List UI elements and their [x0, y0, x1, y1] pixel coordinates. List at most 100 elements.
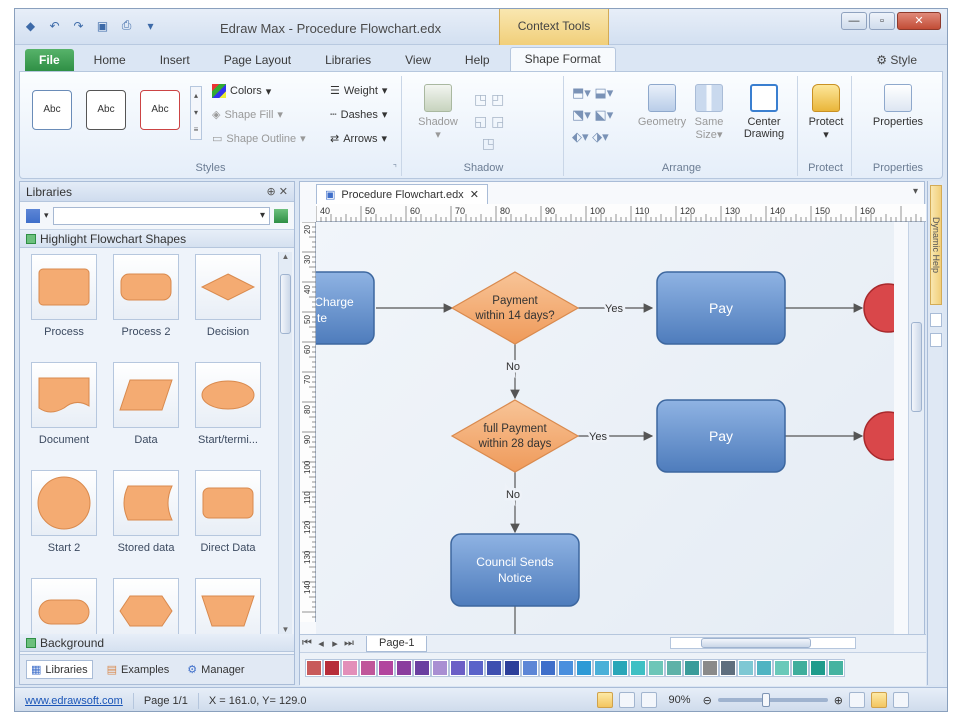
canvas-hscroll-thumb[interactable] — [701, 638, 811, 648]
shape-process-2[interactable]: Process 2 — [106, 254, 186, 358]
process-pay-2[interactable]: Pay — [656, 399, 786, 473]
geometry-button[interactable]: Geometry — [632, 84, 692, 128]
style-sample-1[interactable]: Abc — [32, 90, 72, 130]
zoom-out-icon[interactable]: ⊖ — [703, 694, 712, 707]
style-sample-2[interactable]: Abc — [86, 90, 126, 130]
color-swatch[interactable] — [503, 659, 521, 677]
color-swatch[interactable] — [449, 659, 467, 677]
tab-libraries[interactable]: Libraries — [311, 49, 385, 71]
color-swatch[interactable] — [413, 659, 431, 677]
zoom-slider-thumb[interactable] — [761, 693, 770, 707]
sidebar-copy-icon[interactable] — [930, 333, 942, 347]
tab-page-layout[interactable]: Page Layout — [210, 49, 305, 71]
terminator-next-1[interactable] — [863, 283, 894, 333]
minimize-button[interactable]: — — [841, 12, 867, 30]
app-logo-icon[interactable]: ◆ — [23, 18, 38, 33]
panel-tab-examples[interactable]: ▤ Examples — [103, 661, 174, 678]
document-tab-close-icon[interactable]: ✕ — [470, 186, 479, 204]
weight-button[interactable]: ☰ Weight ▾ — [330, 84, 387, 98]
shape-row4-2[interactable] — [106, 578, 186, 634]
presentation-icon[interactable] — [893, 692, 909, 708]
color-swatch[interactable] — [809, 659, 827, 677]
color-swatch[interactable] — [377, 659, 395, 677]
color-swatch[interactable] — [485, 659, 503, 677]
zoom-slider[interactable] — [717, 693, 828, 707]
dynamic-help-tab[interactable]: Dynamic Help — [930, 185, 942, 305]
shape-row4-1[interactable] — [24, 578, 104, 634]
decision-payment-14-days[interactable]: Payment within 14 days? — [450, 271, 580, 345]
shape-process[interactable]: Process — [24, 254, 104, 358]
shape-decision[interactable]: Decision — [188, 254, 268, 358]
tab-home[interactable]: Home — [80, 49, 140, 71]
scroll-down-icon[interactable]: ▼ — [279, 625, 292, 634]
document-tab-menu-icon[interactable]: ▾ — [913, 186, 918, 197]
shadow-button[interactable]: Shadow ▾ — [408, 84, 468, 141]
color-swatch[interactable] — [719, 659, 737, 677]
shape-start-2[interactable]: Start 2 — [24, 470, 104, 574]
background-category[interactable]: Background — [20, 634, 294, 654]
next-page-icon[interactable]: ▸ — [328, 637, 342, 650]
scroll-up-icon[interactable]: ▲ — [279, 252, 292, 261]
undo-icon[interactable]: ↶ — [47, 18, 62, 33]
shape-outline-button[interactable]: ▭ Shape Outline ▾ — [212, 132, 306, 146]
panel-tab-libraries[interactable]: ▦ Libraries — [26, 660, 93, 679]
normal-view-icon[interactable] — [596, 692, 613, 708]
prev-page-icon[interactable]: ◂ — [314, 637, 328, 650]
color-swatch[interactable] — [305, 659, 323, 677]
last-page-icon[interactable]: ⏭ — [342, 637, 356, 650]
color-swatch[interactable] — [665, 659, 683, 677]
shape-document[interactable]: Document — [24, 362, 104, 466]
library-menu-dropdown-icon[interactable]: ▾ — [44, 210, 49, 221]
panel-pin-close-icons[interactable]: ⊕ ✕ — [267, 182, 289, 202]
canvas-vscroll-thumb[interactable] — [911, 322, 922, 412]
color-swatch[interactable] — [593, 659, 611, 677]
color-swatch[interactable] — [755, 659, 773, 677]
scroll-thumb[interactable] — [280, 274, 291, 334]
library-search-combo[interactable]: ▾ — [52, 206, 270, 225]
properties-button[interactable]: Properties — [868, 84, 928, 128]
shape-row4-3[interactable] — [188, 578, 268, 634]
drawing-canvas[interactable]: Charge te Payment within 14 days? Pay fu… — [316, 222, 894, 634]
color-swatch[interactable] — [827, 659, 845, 677]
sidebar-page-icon[interactable] — [930, 313, 942, 327]
color-swatch[interactable] — [629, 659, 647, 677]
first-page-icon[interactable]: ⏮ — [300, 637, 314, 650]
fit-width-icon[interactable] — [640, 692, 657, 708]
process-council-sends-notice[interactable]: Council Sends Notice — [450, 533, 580, 607]
library-menu-icon[interactable] — [26, 208, 40, 223]
color-swatch[interactable] — [737, 659, 755, 677]
styles-gallery-scroll[interactable]: ▴ ▾ ≡ — [190, 86, 202, 140]
color-swatch[interactable] — [359, 659, 377, 677]
color-swatch[interactable] — [521, 659, 539, 677]
styles-dialog-launcher-icon[interactable]: ⌝ — [393, 163, 397, 174]
zoom-in-icon[interactable]: ⊕ — [834, 694, 843, 707]
website-link[interactable]: www.edrawsoft.com — [15, 692, 134, 709]
tab-view[interactable]: View — [391, 49, 445, 71]
dashes-button[interactable]: ┄ Dashes ▾ — [330, 108, 387, 122]
shape-start-terminator[interactable]: Start/termi... — [188, 362, 268, 466]
color-swatch[interactable] — [701, 659, 719, 677]
document-tab[interactable]: ▣ Procedure Flowchart.edx ✕ — [316, 184, 488, 204]
canvas-vertical-scrollbar[interactable] — [908, 222, 924, 634]
protect-button[interactable]: Protect ▾ — [796, 84, 856, 141]
page-tab[interactable]: Page-1 — [366, 635, 428, 652]
panel-tab-manager[interactable]: ⚙ Manager — [183, 661, 248, 678]
fit-page-icon[interactable] — [618, 692, 635, 708]
save-icon[interactable]: ▣ — [95, 18, 110, 33]
color-swatch[interactable] — [539, 659, 557, 677]
library-open-icon[interactable] — [274, 208, 288, 223]
color-swatch[interactable] — [647, 659, 665, 677]
shape-fill-button[interactable]: ◈ Shape Fill ▾ — [212, 108, 283, 122]
center-drawing-button[interactable]: Center Drawing — [734, 84, 794, 140]
category-header[interactable]: Highlight Flowchart Shapes — [20, 230, 294, 248]
color-swatch[interactable] — [611, 659, 629, 677]
color-swatch[interactable] — [683, 659, 701, 677]
style-menu[interactable]: ⚙ Style — [876, 53, 917, 67]
terminator-next-2[interactable] — [863, 411, 894, 461]
color-swatch[interactable] — [395, 659, 413, 677]
arrows-button[interactable]: ⇄ Arrows ▾ — [330, 132, 387, 146]
color-swatch[interactable] — [791, 659, 809, 677]
shape-gallery-scrollbar[interactable]: ▲ ▼ — [278, 252, 292, 634]
color-swatch[interactable] — [467, 659, 485, 677]
tab-help[interactable]: Help — [451, 49, 504, 71]
